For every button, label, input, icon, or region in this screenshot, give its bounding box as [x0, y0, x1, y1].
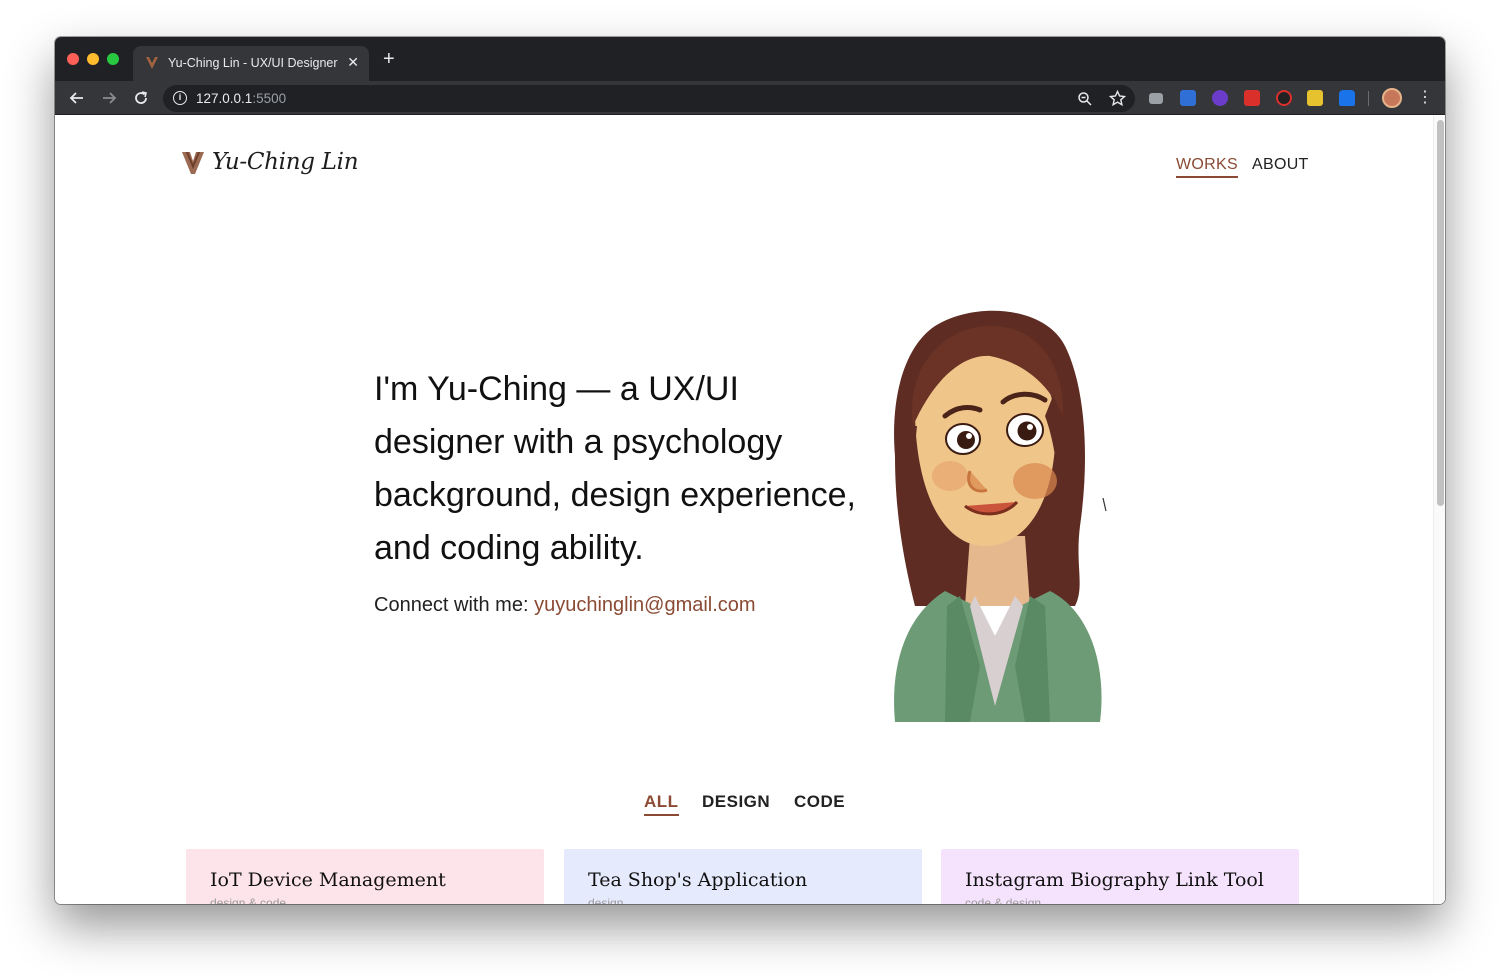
- tab-strip: Yu-Ching Lin - UX/UI Designer ✕ +: [55, 37, 1445, 81]
- card-title: Instagram Biography Link Tool: [965, 869, 1264, 891]
- toolbar-separator: [1368, 91, 1369, 106]
- card-subtitle: code & design: [965, 896, 1042, 904]
- close-window-button[interactable]: [67, 53, 79, 65]
- minimize-window-button[interactable]: [87, 53, 99, 65]
- menu-dots-icon[interactable]: ⋮: [1417, 87, 1433, 109]
- maximize-window-button[interactable]: [107, 53, 119, 65]
- site-favicon-icon: [146, 57, 158, 69]
- project-card-iot[interactable]: IoT Device Management design & code: [186, 849, 544, 904]
- forward-arrow-icon[interactable]: [98, 87, 120, 109]
- scrollbar-thumb[interactable]: [1437, 120, 1444, 506]
- browser-tab[interactable]: Yu-Ching Lin - UX/UI Designer ✕: [133, 46, 369, 81]
- profile-avatar[interactable]: [1382, 88, 1402, 108]
- browser-toolbar: i 127.0.0.1:5500 ⋮: [55, 81, 1445, 115]
- logo-mark-icon: [182, 152, 204, 174]
- info-icon[interactable]: i: [173, 91, 187, 105]
- back-arrow-icon[interactable]: [66, 87, 88, 109]
- filter-code-tab[interactable]: CODE: [794, 792, 845, 812]
- star-icon[interactable]: [1109, 90, 1126, 107]
- connect-line: Connect with me: yuyuchinglin@gmail.com: [374, 594, 756, 617]
- tab-title: Yu-Ching Lin - UX/UI Designer: [168, 56, 338, 70]
- project-card-tea-shop[interactable]: Tea Shop's Application design: [564, 849, 922, 904]
- extension-pen-icon[interactable]: [1276, 90, 1292, 106]
- extension-lock-icon[interactable]: [1339, 90, 1355, 106]
- card-title: Tea Shop's Application: [588, 869, 808, 891]
- email-link[interactable]: yuyuchinglin@gmail.com: [534, 594, 756, 616]
- address-bar[interactable]: i 127.0.0.1:5500: [163, 85, 1135, 112]
- browser-window: Yu-Ching Lin - UX/UI Designer ✕ + i 127.…: [55, 37, 1445, 904]
- project-card-instagram[interactable]: Instagram Biography Link Tool code & des…: [941, 849, 1299, 904]
- page-scrollbar[interactable]: [1433, 116, 1445, 904]
- card-subtitle: design & code: [210, 896, 287, 904]
- hero-headline: I'm Yu-Ching — a UX/UI designer with a p…: [374, 370, 856, 567]
- desktop-background: Yu-Ching Lin - UX/UI Designer ✕ + i 127.…: [0, 0, 1500, 977]
- card-subtitle: design: [588, 896, 624, 904]
- extension-s-icon[interactable]: [1180, 90, 1196, 106]
- extension-camera-icon[interactable]: [1149, 93, 1163, 104]
- reload-icon[interactable]: [130, 87, 152, 109]
- page-viewport: Yu-Ching Lin WORKS ABOUT I'm Yu-Ching — …: [55, 116, 1445, 904]
- nav-about-link[interactable]: ABOUT: [1252, 156, 1309, 174]
- filter-design-tab[interactable]: DESIGN: [702, 792, 770, 812]
- tab-close-icon[interactable]: ✕: [347, 54, 359, 71]
- nav-works-link[interactable]: WORKS: [1176, 156, 1238, 178]
- url-text: 127.0.0.1:5500: [196, 91, 287, 106]
- filter-all-tab[interactable]: ALL: [644, 792, 679, 816]
- extension-red-icon[interactable]: [1244, 90, 1260, 106]
- extension-purple-icon[interactable]: [1212, 90, 1228, 106]
- logo-text: Yu-Ching Lin: [212, 149, 359, 175]
- extension-yellow-icon[interactable]: [1307, 90, 1323, 106]
- card-title: IoT Device Management: [210, 869, 446, 891]
- zoom-icon[interactable]: [1077, 91, 1093, 107]
- connect-label: Connect with me:: [374, 594, 535, 616]
- portrait-illustration: [894, 310, 1107, 722]
- new-tab-button[interactable]: +: [383, 49, 395, 69]
